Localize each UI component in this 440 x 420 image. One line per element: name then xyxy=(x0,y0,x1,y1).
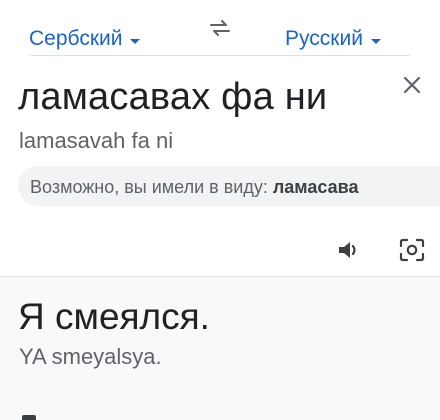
target-language-label: Русский xyxy=(285,27,363,50)
suggestion-prefix: Возможно, вы имели в виду: xyxy=(30,177,273,197)
clear-text-button[interactable] xyxy=(400,73,424,97)
source-transliteration: lamasavah fa ni xyxy=(19,128,174,153)
suggestion-value: ламасава xyxy=(272,177,359,197)
close-icon xyxy=(403,76,421,94)
chevron-down-icon xyxy=(370,39,381,44)
chevron-down-icon xyxy=(130,39,141,44)
swap-arrows-icon xyxy=(210,20,230,36)
source-text-input[interactable]: ламасавах фа ни xyxy=(18,76,327,119)
toolbar-icon-partial xyxy=(22,415,36,420)
target-transliteration: YA smeyalsya. xyxy=(19,344,162,369)
target-language-selector[interactable]: Русский xyxy=(285,28,381,49)
camera-icon xyxy=(399,238,425,262)
listen-source-button[interactable] xyxy=(335,236,363,264)
source-language-label: Сербский xyxy=(29,27,123,50)
translated-text: Я смеялся. xyxy=(18,296,210,337)
source-language-selector[interactable]: Сербский xyxy=(29,27,141,50)
output-panel: Я смеялся. YA smeyalsya. xyxy=(0,276,440,420)
speaker-icon xyxy=(339,242,356,258)
language-bar: Сербский Русский xyxy=(0,0,440,56)
input-panel: ламасавах фа ни lamasavah fa ni Возможно… xyxy=(0,56,440,275)
camera-translate-button[interactable] xyxy=(398,236,426,264)
did-you-mean-suggestion[interactable]: Возможно, вы имели в виду: ламасава xyxy=(18,166,440,206)
swap-languages-button[interactable] xyxy=(206,14,234,42)
